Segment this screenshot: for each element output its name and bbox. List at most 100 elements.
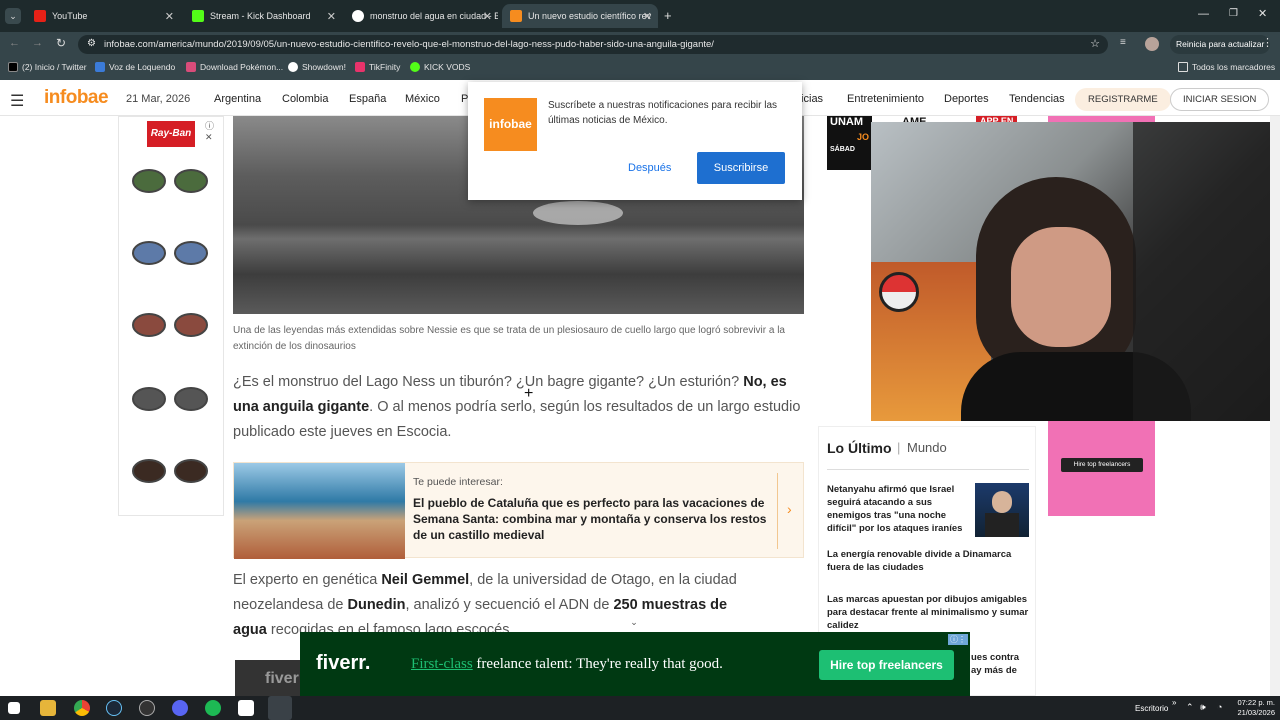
hire-freelancers-button[interactable]: Hire top freelancers: [1061, 458, 1143, 472]
site-info-icon[interactable]: ⚙: [87, 38, 96, 49]
bookmark-star-icon[interactable]: ☆: [1090, 37, 1100, 50]
tab-label: YouTube: [52, 11, 88, 21]
login-button[interactable]: INICIAR SESION: [1170, 88, 1270, 111]
chrome-active-icon[interactable]: [268, 696, 292, 720]
nav-argentina[interactable]: Argentina: [214, 93, 261, 105]
nav-entretenimiento[interactable]: Entretenimiento: [847, 93, 924, 105]
bookmark-twitter[interactable]: (2) Inicio / Twitter: [8, 62, 87, 72]
tab-google[interactable]: monstruo del agua en ciudad - B ✕: [344, 4, 498, 28]
ad-text: UNAM: [830, 116, 863, 128]
p2-text: El experto en genética: [233, 572, 382, 588]
register-button[interactable]: REGISTRARME: [1075, 88, 1171, 111]
fiverr-bottom-ad[interactable]: fiverr. First-class freelance talent: Th…: [300, 632, 970, 696]
subscribe-button[interactable]: Suscribirse: [697, 152, 785, 184]
clock[interactable]: 07:22 p. m. 21/03/2026: [1233, 698, 1275, 718]
article-paragraph-1: ¿Es el monstruo del Lago Ness un tiburón…: [233, 370, 805, 445]
window-close-icon[interactable]: ✕: [1258, 7, 1267, 20]
bookmark-label: Download Pokémon...: [200, 62, 284, 72]
close-icon[interactable]: ✕: [643, 10, 652, 23]
collapse-ad-icon[interactable]: ⌄: [620, 617, 648, 631]
portrait-suit: [985, 513, 1019, 537]
file-explorer-icon[interactable]: [40, 700, 56, 716]
close-icon[interactable]: ✕: [165, 10, 174, 23]
partial-ad[interactable]: fiver: [235, 660, 305, 696]
overflow-icon[interactable]: »: [1172, 698, 1176, 707]
p2-bold: Dunedin: [347, 597, 406, 613]
discord-icon[interactable]: [172, 700, 188, 716]
close-icon[interactable]: ✕: [483, 10, 492, 23]
bookmark-showdown[interactable]: Showdown!: [288, 62, 346, 72]
nav-tendencias[interactable]: Tendencias: [1009, 93, 1065, 105]
menu-dots-icon[interactable]: ⋮: [1262, 36, 1273, 49]
reload-icon[interactable]: ↻: [56, 36, 66, 50]
news-item-1[interactable]: Netanyahu afirmó que Israel seguirá atac…: [827, 483, 967, 535]
bookmark-tikfinity[interactable]: TikFinity: [355, 62, 400, 72]
desktop-label[interactable]: Escritorio: [1135, 704, 1168, 713]
windows-start-icon[interactable]: [8, 702, 20, 714]
dark-background: [1133, 122, 1280, 421]
bookmark-kick-vods[interactable]: KICK VODS: [410, 62, 470, 72]
bookmark-loquendo[interactable]: Voz de Loquendo: [95, 62, 175, 72]
url-text: infobae.com/america/mundo/2019/09/05/un-…: [104, 39, 714, 50]
tab-search-icon[interactable]: ⌄: [5, 8, 21, 24]
related-title[interactable]: El pueblo de Cataluña que es perfecto pa…: [413, 495, 773, 543]
portrait-face: [992, 491, 1012, 513]
network-icon[interactable]: ◔: [1217, 702, 1222, 712]
address-bar[interactable]: ⚙ infobae.com/america/mundo/2019/09/05/u…: [78, 35, 1108, 54]
app-icon[interactable]: [238, 700, 254, 716]
latest-section[interactable]: Mundo: [907, 440, 947, 455]
back-icon[interactable]: ←: [9, 37, 20, 49]
fiverr-logo: fiverr.: [316, 652, 371, 674]
ad-info-icon[interactable]: ⓘ⋮: [948, 634, 968, 645]
rayban-ad[interactable]: Ray-Ban ⓘ ✕: [118, 116, 224, 516]
news-item-4-partial[interactable]: ues contra: [971, 652, 1019, 663]
hamburger-icon[interactable]: ☰: [10, 91, 24, 111]
later-button[interactable]: Después: [628, 162, 671, 174]
news-item-2[interactable]: La energía renovable divide a Dinamarca …: [827, 548, 1027, 574]
media-icon[interactable]: ≡: [1120, 37, 1126, 48]
chevron-right-icon[interactable]: ›: [787, 501, 792, 517]
pokemon-icon: [186, 62, 196, 72]
nav-mexico[interactable]: México: [405, 93, 440, 105]
infobae-icon: [510, 10, 522, 22]
news-item-3[interactable]: Las marcas apuestan por dibujos amigable…: [827, 593, 1033, 632]
news-item-5-partial[interactable]: ay más de: [971, 665, 1017, 676]
tab-youtube[interactable]: YouTube ✕: [26, 4, 180, 28]
chrome-icon[interactable]: [74, 700, 90, 716]
bookmark-label: TikFinity: [369, 62, 401, 72]
related-card[interactable]: Te puede interesar: El pueblo de Cataluñ…: [233, 462, 804, 559]
tab-infobae[interactable]: Un nuevo estudio científico rev ✕: [502, 4, 658, 28]
profile-avatar[interactable]: [1145, 37, 1159, 51]
tab-label: Stream - Kick Dashboard: [210, 11, 311, 21]
bookmark-label: Voz de Loquendo: [109, 62, 176, 72]
obs-icon[interactable]: [139, 700, 155, 716]
divider: [827, 469, 1029, 470]
tray-up-icon[interactable]: ⌃: [1186, 702, 1194, 713]
ad-close-icon[interactable]: ⓘ ✕: [205, 119, 223, 143]
tab-kick[interactable]: Stream - Kick Dashboard ✕: [184, 4, 342, 28]
notification-popup: infobae Suscríbete a nuestras notificaci…: [468, 82, 802, 200]
top-ad-unam[interactable]: UNAM SÁBAD JO: [827, 116, 872, 170]
forward-icon[interactable]: →: [32, 37, 43, 49]
minimize-icon[interactable]: —: [1198, 8, 1209, 20]
p2-text: , analizó y secuenció el ADN de: [405, 597, 614, 613]
nav-deportes[interactable]: Deportes: [944, 93, 989, 105]
nav-espana[interactable]: España: [349, 93, 386, 105]
nav-colombia[interactable]: Colombia: [282, 93, 328, 105]
news-thumbnail[interactable]: [975, 483, 1029, 537]
all-bookmarks[interactable]: Todos los marcadores: [1178, 62, 1275, 72]
person-face: [1011, 227, 1111, 347]
youtube-icon: [34, 10, 46, 22]
bookmark-pokemon[interactable]: Download Pokémon...: [186, 62, 283, 72]
new-tab-icon[interactable]: +: [664, 8, 672, 23]
hire-top-freelancers-button[interactable]: Hire top freelancers: [819, 650, 954, 680]
site-logo[interactable]: infobae: [44, 87, 109, 109]
restore-icon[interactable]: ❐: [1229, 8, 1238, 19]
bookmark-label: Showdown!: [302, 62, 346, 72]
update-button[interactable]: Reinicia para actualizar: [1170, 35, 1271, 54]
spotify-icon[interactable]: [205, 700, 221, 716]
close-icon[interactable]: ✕: [327, 10, 336, 23]
steam-icon[interactable]: [106, 700, 122, 716]
scrollbar[interactable]: [1270, 116, 1280, 696]
volume-icon[interactable]: 🕪: [1200, 702, 1206, 713]
